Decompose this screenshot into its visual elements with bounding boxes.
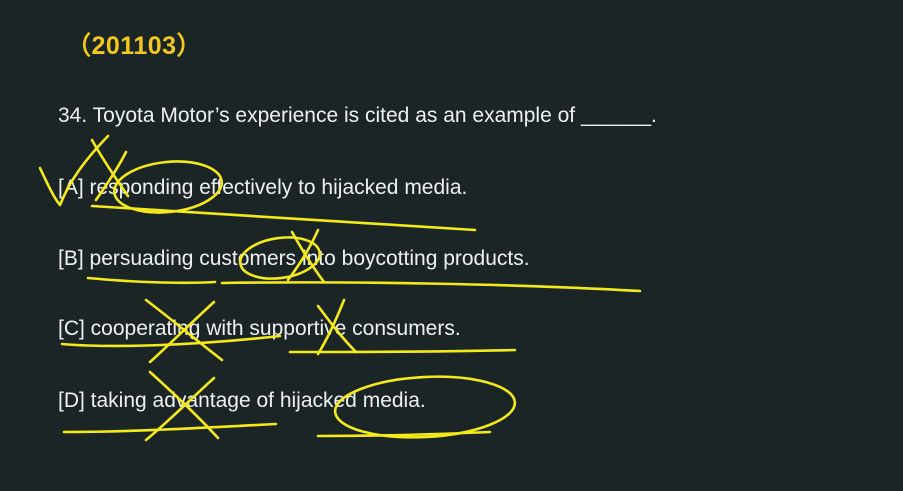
option-c: [C] cooperating with supportive consumer… <box>58 317 461 340</box>
underline-b-right <box>220 281 642 293</box>
option-d: [D] taking advantage of hijacked media. <box>58 389 426 412</box>
underline-c-right <box>288 348 517 354</box>
handwritten-annotations <box>38 134 642 442</box>
option-b: [B] persuading customers into boycotting… <box>58 247 530 270</box>
question-text: 34. Toyota Motor’s experience is cited a… <box>58 104 657 127</box>
underline-b-left <box>86 276 217 285</box>
option-a: [A] responding effectively to hijacked m… <box>58 176 468 199</box>
exam-code: （201103） <box>66 32 203 60</box>
underline-d-right <box>316 430 492 438</box>
slide: （201103） 34. Toyota Motor’s experience i… <box>0 0 903 491</box>
underline-a <box>90 204 477 232</box>
underline-d-left <box>62 422 278 434</box>
